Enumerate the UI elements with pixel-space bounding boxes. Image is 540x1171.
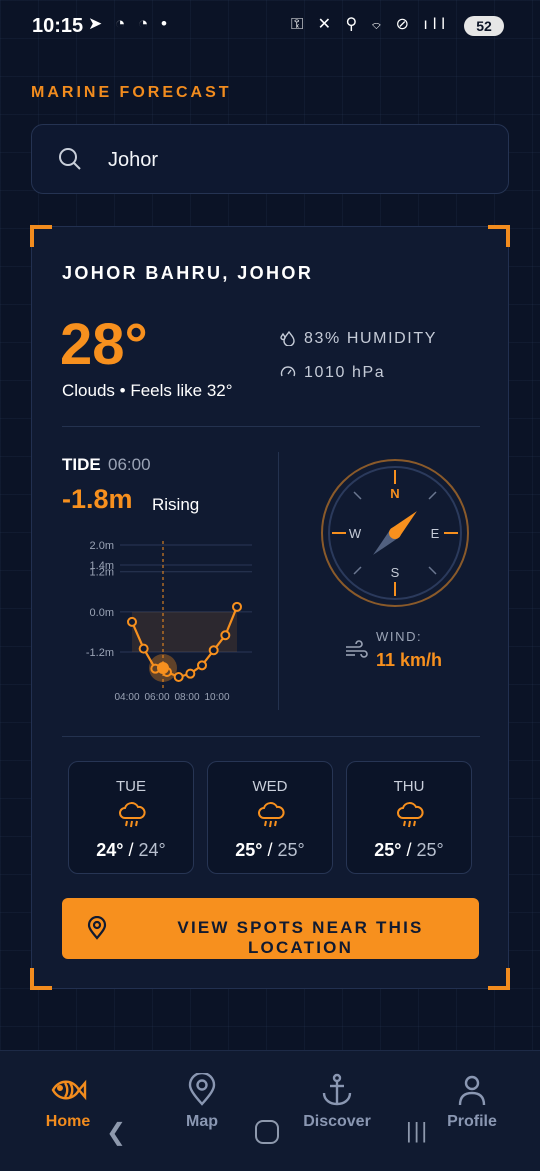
forecast-day-name: THU <box>393 778 425 795</box>
compass-east: E <box>431 526 440 541</box>
humidity-value: 83% HUMIDITY <box>304 330 437 347</box>
gauge-icon <box>280 366 296 377</box>
search-input[interactable] <box>108 147 488 173</box>
compass: N E S W <box>321 459 469 607</box>
divider-vertical <box>278 452 279 710</box>
tide-x-tick: 06:00 <box>144 692 169 703</box>
tide-label: TIDE <box>62 455 101 474</box>
nav-home[interactable]: Home <box>18 1073 118 1131</box>
tide-point <box>138 643 149 654</box>
forecast-day-wed[interactable]: WED 25° / 25° <box>207 761 333 874</box>
nav-map-label: Map <box>186 1113 218 1130</box>
system-recents-icon[interactable]: ||| <box>406 1118 429 1144</box>
search-bar[interactable] <box>31 124 509 194</box>
forecast-day-name: WED <box>252 778 288 795</box>
nav-profile-label: Profile <box>447 1113 497 1130</box>
tide-highlight-point <box>157 662 169 674</box>
forecast-temp: 25° / 25° <box>235 840 305 860</box>
compass-south: S <box>391 565 400 580</box>
system-icons: ⚿ ✕ ⚲ ⌔ ⊘ ıll <box>291 16 450 33</box>
divider <box>62 736 480 737</box>
wind-label: WIND: <box>376 629 423 644</box>
system-back-icon[interactable]: ❮ <box>106 1118 126 1147</box>
anchor-icon <box>322 1073 352 1106</box>
forecast-high: 25° <box>235 840 263 860</box>
tide-point <box>173 672 184 683</box>
compass-north: N <box>390 486 399 501</box>
humidity-icon <box>280 330 295 347</box>
tide-y-tick: -1.2m <box>86 647 114 659</box>
rain-cloud-icon <box>119 802 146 828</box>
tide-point <box>208 645 219 656</box>
tide-y-tick: 0.0m <box>90 607 114 619</box>
tide-x-tick: 04:00 <box>114 692 139 703</box>
tide-height: -1.8m <box>62 484 133 514</box>
weather-description: Clouds • Feels like 32° <box>62 381 233 400</box>
tide-y-tick: 2.0m <box>90 540 114 552</box>
forecast-card: JOHOR BAHRU, JOHOR 28° Clouds • Feels li… <box>30 225 510 990</box>
wind-icon <box>346 640 368 658</box>
tide-x-tick: 10:00 <box>204 692 229 703</box>
corner-accent <box>30 968 52 990</box>
tide-x-tick: 08:00 <box>174 692 199 703</box>
wind-speed: 11 km/h <box>376 650 443 670</box>
notification-icons: ➤ ◔ ◔ • <box>88 14 171 33</box>
view-spots-button[interactable]: VIEW SPOTS NEAR THIS LOCATION <box>62 898 479 959</box>
rain-cloud-icon <box>397 802 424 828</box>
nav-home-label: Home <box>45 1113 91 1130</box>
pressure-value: 1010 hPa <box>304 364 386 381</box>
forecast-temp: 24° / 24° <box>96 840 166 860</box>
forecast-low: 25° <box>416 840 444 860</box>
forecast-day-thu[interactable]: THU 25° / 25° <box>346 761 472 874</box>
nav-profile[interactable]: Profile <box>422 1073 522 1131</box>
tide-chart: 2.0m1.4m1.2m0.0m-1.2m04:00 06:00 08:00 10:0… <box>86 540 252 703</box>
forecast-high: 25° <box>374 840 402 860</box>
pressure-stat: 1010 hPa <box>280 364 385 382</box>
tide-trend: Rising <box>152 495 200 514</box>
battery-icon: 52 <box>464 16 504 36</box>
nav-map[interactable]: Map <box>152 1073 252 1131</box>
location-name: JOHOR BAHRU, JOHOR <box>62 263 314 283</box>
temperature: 28° <box>60 312 148 377</box>
view-spots-label: VIEW SPOTS NEAR THIS LOCATION <box>177 918 424 957</box>
forecast-low: 24° <box>138 840 166 860</box>
corner-accent <box>30 225 52 247</box>
tide-point <box>185 668 196 679</box>
forecast-low: 25° <box>277 840 305 860</box>
tide-point <box>197 660 207 671</box>
tide-time: 06:00 <box>108 455 151 474</box>
forecast-temp: 25° / 25° <box>374 840 444 860</box>
tide-point <box>232 601 242 612</box>
location-pin-icon <box>87 916 107 940</box>
system-home-icon[interactable] <box>255 1120 279 1144</box>
compass-needle <box>373 511 417 555</box>
bottom-nav: Home Map Discover Profile <box>0 1050 540 1171</box>
nav-discover-label: Discover <box>303 1113 371 1130</box>
search-icon <box>59 148 81 170</box>
forecast-high: 24° <box>96 840 124 860</box>
tide-point <box>127 616 137 627</box>
status-time: 10:15 <box>32 15 84 37</box>
map-pin-icon <box>188 1073 216 1106</box>
humidity-stat: 83% HUMIDITY <box>280 330 437 348</box>
forecast-day-name: TUE <box>116 778 146 795</box>
nav-discover[interactable]: Discover <box>287 1073 387 1131</box>
corner-accent <box>488 968 510 990</box>
page-title: MARINE FORECAST <box>31 84 232 101</box>
forecast-day-tue[interactable]: TUE 24° / 24° <box>68 761 194 874</box>
tide-y-tick: 1.2m <box>90 567 114 579</box>
user-icon <box>458 1075 486 1106</box>
fish-icon <box>51 1079 87 1101</box>
status-bar: 10:15 ➤ ◔ ◔ • ⚿ ✕ ⚲ ⌔ ⊘ ıll 52 <box>0 0 540 52</box>
compass-west: W <box>349 526 362 541</box>
divider <box>62 426 480 427</box>
tide-point <box>220 630 231 641</box>
rain-cloud-icon <box>258 802 285 828</box>
corner-accent <box>488 225 510 247</box>
